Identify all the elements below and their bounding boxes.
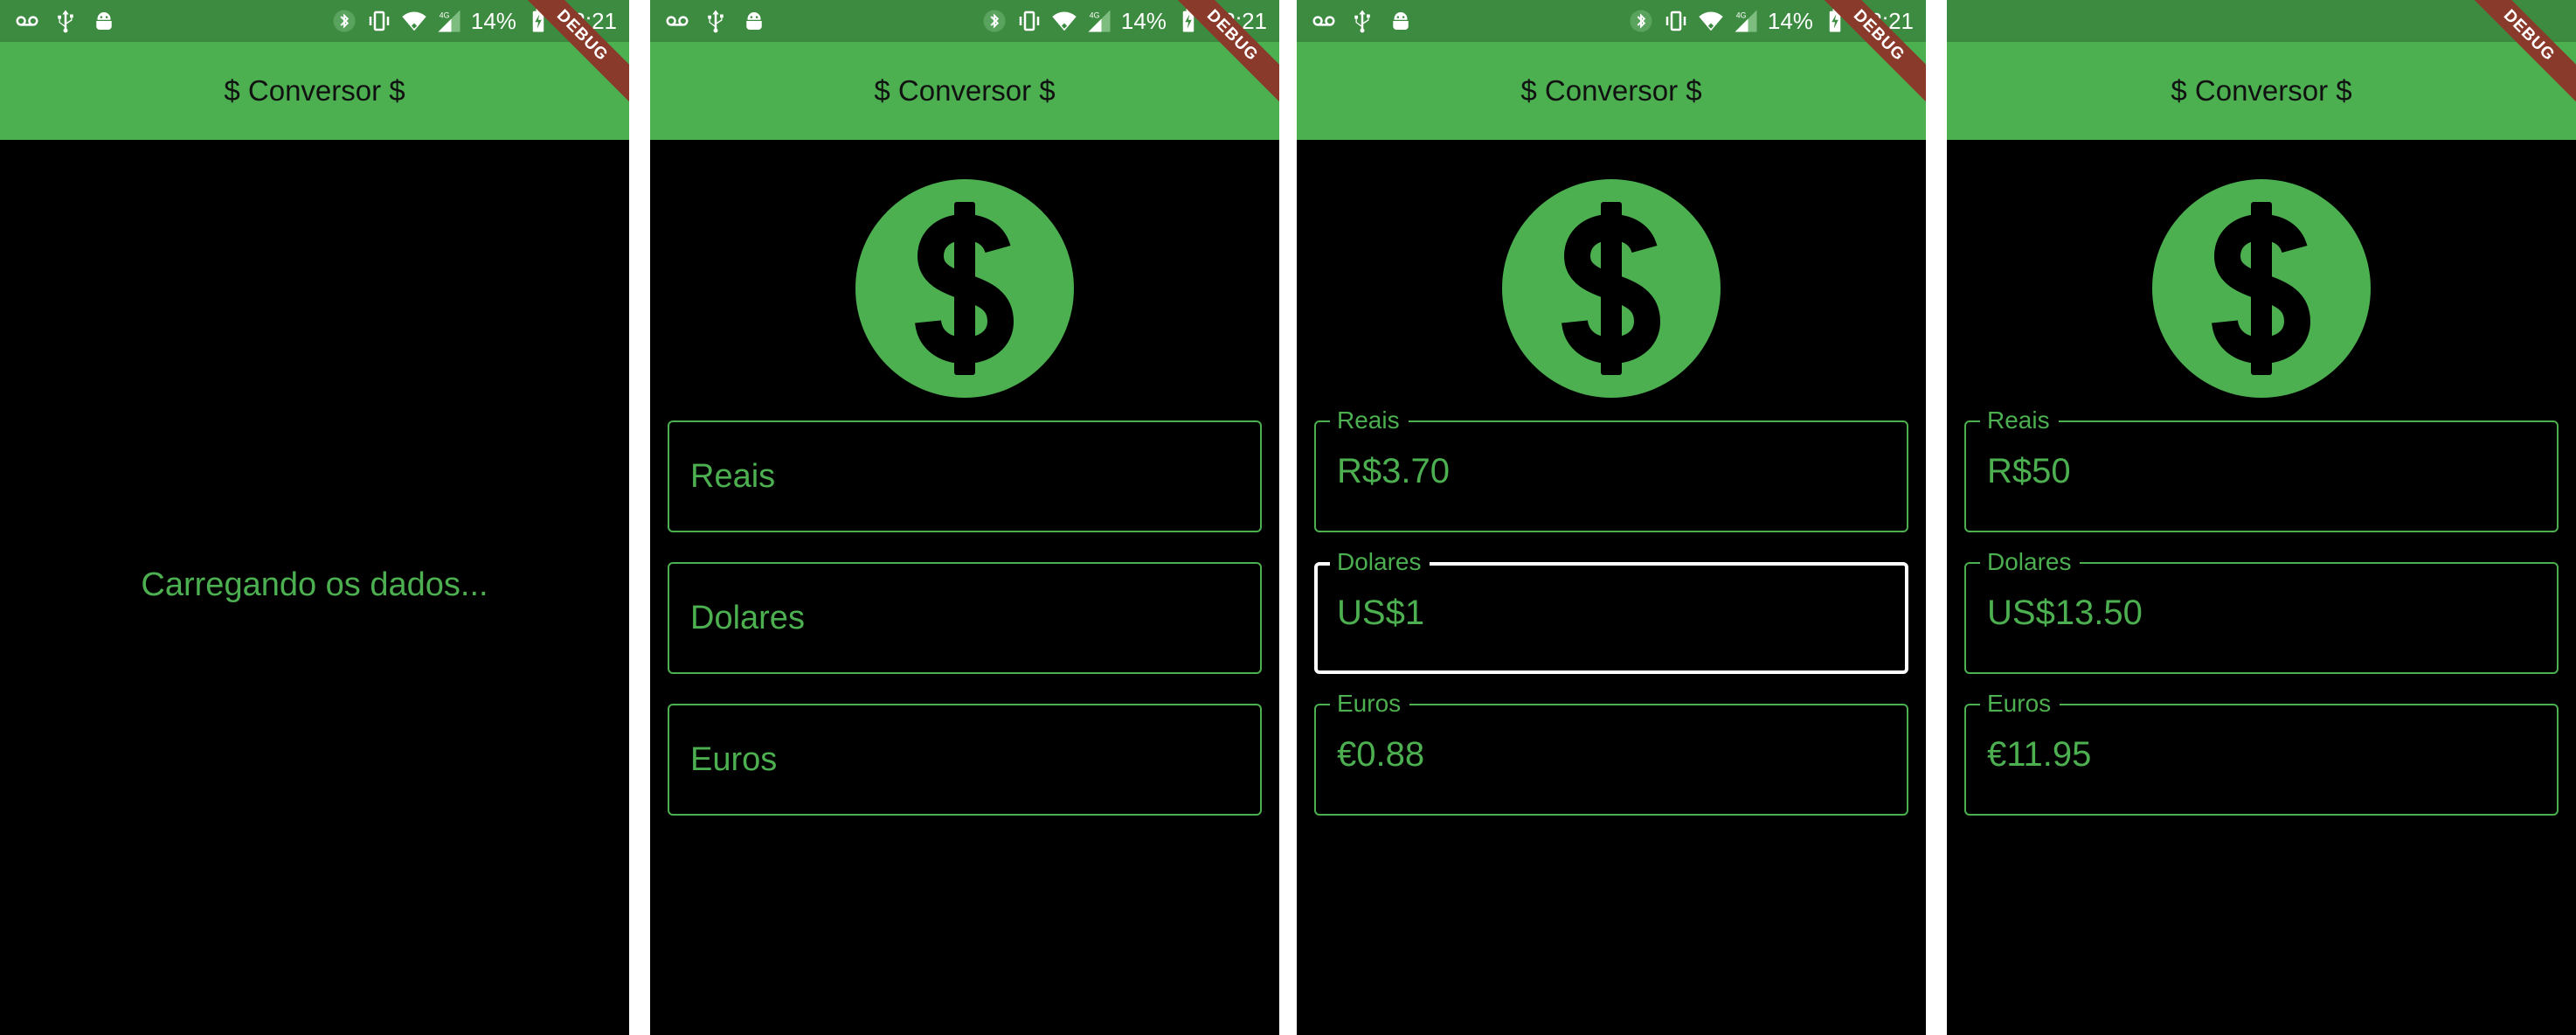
euros-input[interactable]: Euros	[668, 704, 1262, 816]
phone-screen-dollar-focused: 4G 14% 22:21 $ Conversor $ DEBUG Reais R…	[1297, 0, 1926, 1035]
euros-label: Euros	[690, 740, 778, 778]
bluetooth-icon	[331, 8, 357, 34]
signal-4g-icon: 4G	[1086, 8, 1112, 34]
screenshot-strip: 4G 14% 22:21 $ Conversor $ DEBUG Carrega…	[0, 0, 2576, 1035]
reais-label: Reais	[690, 457, 776, 495]
android-debug-icon	[741, 8, 767, 34]
vibrate-icon	[1016, 8, 1042, 34]
dolares-value: US$13.50	[1987, 594, 2143, 632]
app-bar: $ Conversor $	[0, 42, 629, 140]
app-title: $ Conversor $	[224, 74, 405, 107]
reais-value: R$50	[1987, 452, 2071, 490]
reais-input[interactable]: Reais R$50	[1964, 406, 2559, 532]
dolares-label: Dolares	[1980, 548, 2081, 576]
battery-percent: 14%	[1767, 7, 1813, 34]
svg-text:4G: 4G	[1736, 10, 1747, 19]
signal-4g-icon: 4G	[1733, 8, 1759, 34]
signal-4g-icon: 4G	[436, 8, 462, 34]
voicemail-icon	[1311, 8, 1337, 34]
reais-label: Reais	[1980, 406, 2059, 434]
reais-input[interactable]: Reais R$3.70	[1314, 406, 1908, 532]
usb-icon	[1349, 8, 1375, 34]
battery-percent: 14%	[470, 7, 516, 34]
voicemail-icon	[664, 8, 690, 34]
bluetooth-icon	[981, 8, 1008, 34]
battery-percent: 14%	[1120, 7, 1167, 34]
dolares-input[interactable]: Dolares US$13.50	[1964, 548, 2559, 674]
reais-value: R$3.70	[1337, 452, 1450, 490]
reais-input[interactable]: Reais	[668, 420, 1262, 532]
monetization-icon	[855, 179, 1074, 398]
monetization-icon	[1502, 179, 1721, 398]
svg-text:4G: 4G	[1090, 10, 1100, 19]
dolares-value: US$1	[1337, 594, 1425, 632]
euros-label: Euros	[1980, 690, 2060, 718]
euros-label: Euros	[1330, 690, 1410, 718]
dolares-label: Dolares	[690, 599, 805, 636]
svg-text:4G: 4G	[440, 10, 450, 19]
vibrate-icon	[1663, 8, 1689, 34]
app-bar: $ Conversor $	[650, 42, 1279, 140]
app-title: $ Conversor $	[874, 74, 1056, 107]
android-debug-icon	[91, 8, 117, 34]
usb-icon	[703, 8, 729, 34]
euros-value: €11.95	[1987, 735, 2092, 774]
wifi-icon	[401, 8, 427, 34]
loading-text: Carregando os dados...	[141, 566, 488, 603]
dolares-input[interactable]: Dolares	[668, 562, 1262, 674]
dolares-input[interactable]: Dolares US$1	[1314, 548, 1908, 674]
reais-label: Reais	[1330, 406, 1409, 434]
euros-input[interactable]: Euros €0.88	[1314, 690, 1908, 816]
usb-icon	[52, 8, 79, 34]
monetization-icon	[2152, 179, 2371, 398]
euros-value: €0.88	[1337, 735, 1425, 774]
dolares-label: Dolares	[1330, 548, 1430, 576]
android-debug-icon	[1388, 8, 1414, 34]
phone-screen-empty: 4G 14% 22:21 $ Conversor $ DEBUG Reais D…	[650, 0, 1279, 1035]
app-bar: $ Conversor $	[1947, 42, 2576, 140]
vibrate-icon	[366, 8, 392, 34]
app-title: $ Conversor $	[2171, 74, 2352, 107]
app-title: $ Conversor $	[1520, 74, 1702, 107]
euros-input[interactable]: Euros €11.95	[1964, 690, 2559, 816]
wifi-icon	[1698, 8, 1724, 34]
wifi-icon	[1051, 8, 1077, 34]
bluetooth-icon	[1628, 8, 1654, 34]
phone-screen-loading: 4G 14% 22:21 $ Conversor $ DEBUG Carrega…	[0, 0, 629, 1035]
app-bar: $ Conversor $	[1297, 42, 1926, 140]
phone-screen-reais-converted: $ Conversor $ DEBUG Reais R$50 Dolares U…	[1947, 0, 2576, 1035]
voicemail-icon	[14, 8, 40, 34]
